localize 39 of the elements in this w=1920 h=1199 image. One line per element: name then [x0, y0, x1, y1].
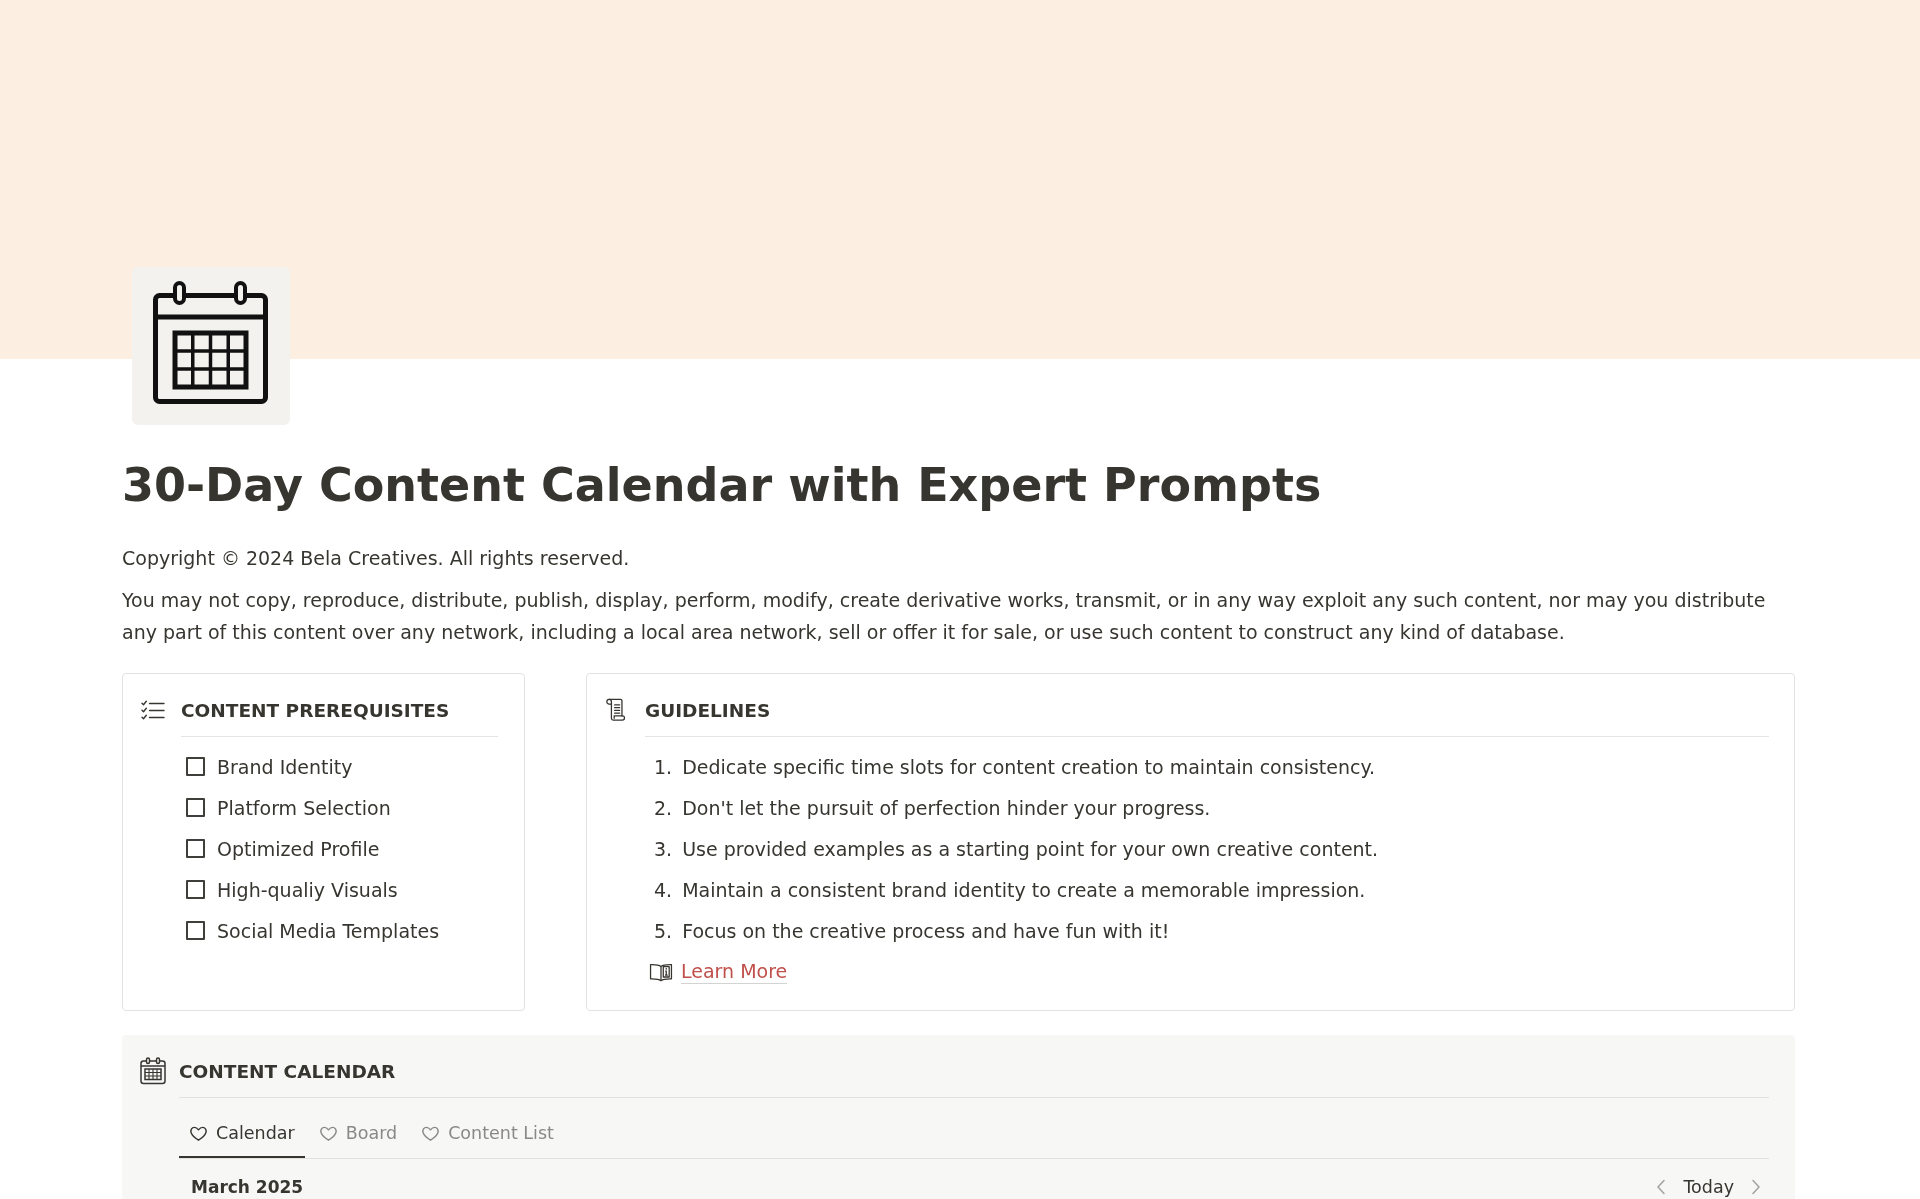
card-heading: GUIDELINES: [645, 699, 771, 721]
checklist-icon: [141, 699, 165, 721]
checkbox-label: Social Media Templates: [217, 919, 440, 942]
checkbox[interactable]: [186, 880, 205, 899]
chevron-left-icon: [1655, 1178, 1668, 1196]
guideline-text: Maintain a consistent brand identity to create a memorable impression.: [682, 878, 1366, 901]
checkbox[interactable]: [186, 839, 205, 858]
checkbox-label: High-qualiy Visuals: [217, 878, 398, 901]
notice-text: You may not copy, reproduce, distribute, publish, display, perform, modify, create derivative works, transmit, or in any way exploit any such content, nor may you distribute any part of this content over any network, including a local area network, sell or offer it for sale, or use such content to construct any kind of database.: [122, 588, 1767, 645]
list-number: 3.: [654, 837, 673, 860]
checkbox-label: Brand Identity: [217, 755, 353, 778]
guideline-text: Dedicate specific time slots for content creation to maintain consistency.: [682, 755, 1376, 778]
list-number: 1.: [654, 755, 673, 778]
view-tab[interactable]: Content List: [411, 1110, 564, 1158]
guideline-text: Use provided examples as a starting point for your own creative content.: [682, 837, 1379, 860]
today-button[interactable]: Today: [1677, 1175, 1740, 1199]
checkbox-label: Optimized Profile: [217, 837, 380, 860]
guideline-text: Don't let the pursuit of perfection hinder your progress.: [682, 796, 1211, 819]
checkbox[interactable]: [186, 921, 205, 940]
view-tab[interactable]: Calendar: [179, 1110, 305, 1158]
checkbox[interactable]: [186, 798, 205, 817]
checkbox-label: Platform Selection: [217, 796, 391, 819]
book-icon: [649, 961, 673, 982]
guideline-text: Focus on the creative process and have fun with it!: [682, 919, 1170, 942]
calendar-icon: [132, 267, 290, 425]
calendar-icon: [139, 1057, 167, 1085]
checkbox[interactable]: [186, 757, 205, 776]
page-title: 30-Day Content Calendar with Expert Prompts: [122, 457, 1323, 514]
card-heading: CONTENT PREREQUISITES: [181, 699, 450, 721]
list-number: 4.: [654, 878, 673, 901]
scroll-icon: [605, 698, 627, 722]
list-number: 2.: [654, 796, 673, 819]
section-heading: CONTENT CALENDAR: [179, 1060, 396, 1082]
learn-more-link[interactable]: Learn More: [681, 959, 788, 984]
view-tab[interactable]: Board: [308, 1110, 408, 1158]
copyright-text: Copyright © 2024 Bela Creatives. All rights reserved.: [122, 546, 631, 571]
chevron-right-icon: [1750, 1178, 1762, 1196]
list-number: 5.: [654, 919, 673, 942]
month-label: March 2025: [191, 1177, 304, 1197]
